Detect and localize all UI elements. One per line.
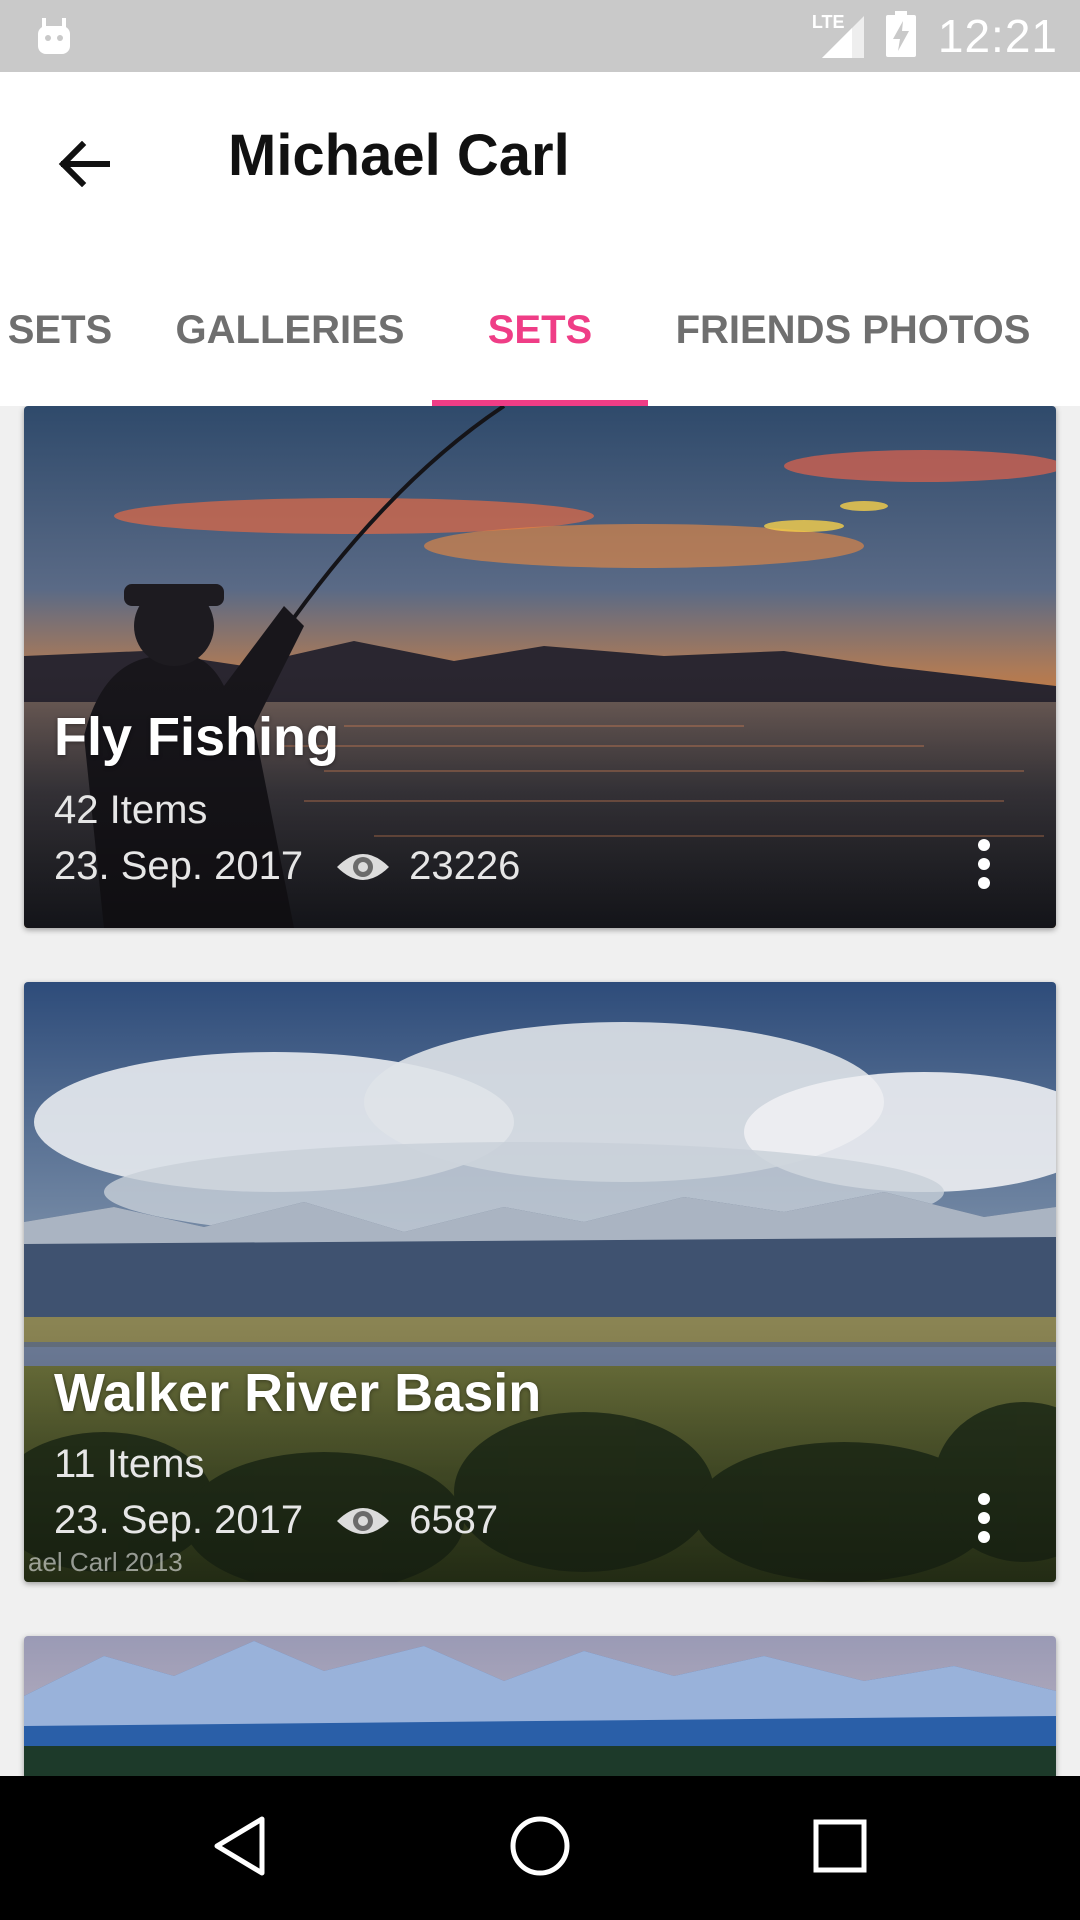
tab-bar: SETS GALLERIES SETS FRIENDS PHOTOS: [0, 254, 1080, 406]
set-title: Walker River Basin: [54, 1363, 542, 1423]
set-title: Fly Fishing: [54, 707, 340, 767]
more-vert-icon: [977, 1492, 991, 1549]
set-card-fly-fishing[interactable]: Fly Fishing 42 Items 23. Sep. 2017 23226: [24, 406, 1056, 928]
status-bar: LTE 12:21: [0, 0, 1080, 72]
set-date: 23. Sep. 2017: [54, 844, 304, 888]
photo-watermark: ael Carl 2013: [28, 1547, 183, 1577]
set-view-count: 23226: [409, 844, 521, 888]
set-more-button[interactable]: [954, 826, 1014, 906]
more-vert-icon: [977, 838, 991, 895]
nav-back-button[interactable]: [190, 1798, 290, 1898]
set-date: 23. Sep. 2017: [54, 1498, 304, 1542]
set-item-count: 11 Items: [54, 1442, 205, 1486]
tab-sets-partial[interactable]: SETS: [0, 254, 130, 406]
set-card-partial[interactable]: [24, 1636, 1056, 1776]
eye-icon: [335, 1503, 391, 1539]
home-circle-icon: [509, 1815, 571, 1882]
tab-galleries[interactable]: GALLERIES: [160, 254, 420, 406]
status-icons: LTE 12:21: [812, 9, 1058, 63]
set-cover-image: [24, 1636, 1056, 1776]
set-meta: 23. Sep. 2017 23226: [54, 844, 520, 889]
set-view-count: 6587: [409, 1498, 499, 1542]
sets-list[interactable]: Fly Fishing 42 Items 23. Sep. 2017 23226: [0, 406, 1080, 1776]
back-button[interactable]: [36, 118, 132, 214]
status-time: 12:21: [937, 10, 1058, 62]
set-card-walker-river-basin[interactable]: Walker River Basin 11 Items 23. Sep. 201…: [24, 982, 1056, 1582]
tab-friends-photos[interactable]: FRIENDS PHOTOS: [672, 254, 1034, 406]
recents-square-icon: [813, 1819, 867, 1878]
nav-home-button[interactable]: [490, 1798, 590, 1898]
system-nav-bar: [0, 1776, 1080, 1920]
back-triangle-icon: [212, 1815, 268, 1882]
eye-icon: [335, 849, 391, 885]
set-item-count: 42 Items: [54, 788, 208, 832]
android-notification-icon: [36, 16, 72, 56]
set-meta: 23. Sep. 2017 6587: [54, 1498, 498, 1543]
arrow-back-icon: [58, 140, 111, 192]
battery-charging-icon: [885, 10, 916, 62]
network-type-label: LTE: [811, 12, 845, 32]
lte-signal-icon: LTE: [811, 12, 864, 58]
nav-recents-button[interactable]: [790, 1798, 890, 1898]
set-more-button[interactable]: [954, 1480, 1014, 1560]
page-title: Michael Carl: [228, 123, 570, 188]
tab-sets[interactable]: SETS: [432, 254, 648, 406]
